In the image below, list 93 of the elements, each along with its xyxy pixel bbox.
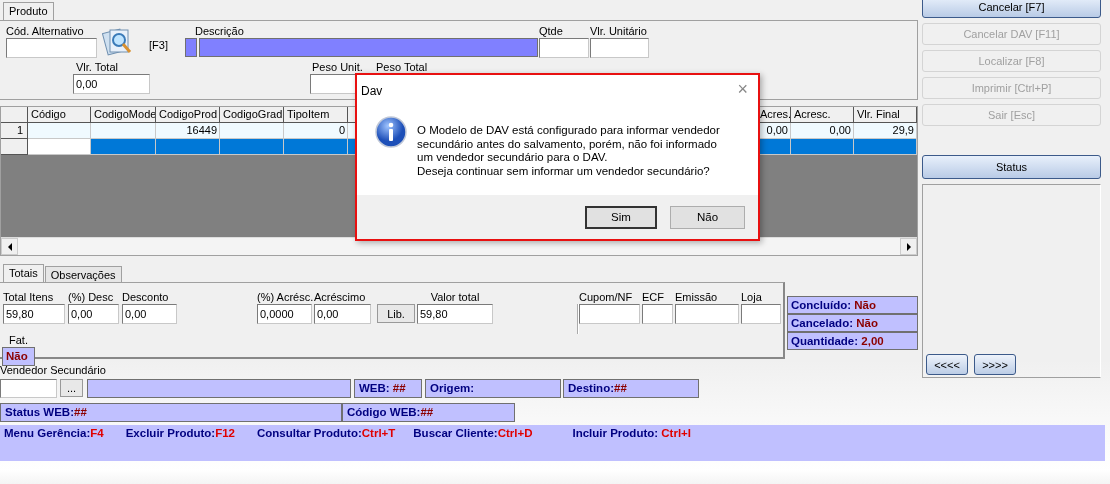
field-label: Loja <box>741 291 763 304</box>
table-cell[interactable] <box>791 139 854 155</box>
shortcut-label: [F3] <box>149 39 168 51</box>
input-field[interactable]: 59,80 <box>3 304 65 324</box>
field-label: (%) Desc <box>68 291 115 304</box>
table-cell[interactable] <box>284 139 348 155</box>
web-status-box: Status WEB:## <box>0 403 342 422</box>
tab[interactable]: Observações <box>44 266 122 282</box>
shortcut-hint: Incluir Produto: Ctrl+I <box>572 427 692 441</box>
table-cell[interactable]: 29,9 <box>854 123 917 139</box>
side-button[interactable]: Cancelar [F7] <box>922 0 1101 18</box>
shortcut-hint: Consultar Produto:Ctrl+T <box>257 427 396 441</box>
shortcut-hint: Buscar Cliente:Ctrl+D <box>413 427 533 441</box>
dialog-message: O Modelo de DAV está configurado para informar vendedor secundário antes do salvamento, porém, não foi informado um vendedor secundário para o DAV. Deseja continuar sem informar um vendedor secundário? <box>417 124 720 178</box>
tab[interactable]: Totais <box>3 264 44 282</box>
input-field[interactable] <box>642 304 673 324</box>
close-button[interactable]: × <box>737 80 748 97</box>
table-cell[interactable] <box>28 139 91 155</box>
field-label: (%) Acrésc. <box>257 291 312 304</box>
status-box: Cancelado: Não <box>787 314 918 332</box>
row-header <box>1 139 28 155</box>
field-label: Peso Unit. <box>311 61 364 74</box>
web-info-box: Origem: <box>425 379 561 398</box>
field-label: Vendedor Secundário <box>0 364 106 377</box>
nav-button[interactable]: <<<< <box>926 354 968 375</box>
fat-status: Não <box>2 347 35 366</box>
lib-button[interactable]: Lib. <box>377 304 415 323</box>
input-field[interactable]: 0,00 <box>68 304 119 324</box>
right-arrow-icon[interactable] <box>905 242 912 251</box>
dialog-title: Dav <box>361 83 383 98</box>
input-field[interactable] <box>675 304 739 324</box>
field-label: Vlr. Unitário <box>589 25 648 38</box>
shortcut-hint: Menu Gerência:F4 <box>4 427 104 441</box>
field-label: Qtde <box>538 25 564 38</box>
table-cell[interactable]: 0 <box>284 123 348 139</box>
column-header: TipoItem <box>284 107 348 123</box>
table-cell[interactable]: 0,00 <box>791 123 854 139</box>
status-button[interactable]: Status <box>922 155 1101 179</box>
table-cell[interactable] <box>91 123 156 139</box>
dialog-button[interactable]: Não <box>670 205 745 229</box>
nav-button[interactable]: >>>> <box>974 354 1016 375</box>
status-box: Quantidade: 2,00 <box>787 332 918 350</box>
field-label: Peso Total <box>376 61 429 74</box>
table-cell[interactable] <box>220 139 284 155</box>
field-label: Vlr. Total <box>75 61 119 74</box>
browse-button[interactable]: ... <box>60 379 83 397</box>
field-label: Acréscimo <box>314 291 367 304</box>
left-arrow-icon[interactable] <box>6 242 13 251</box>
field-label: Emissão <box>675 291 719 304</box>
description-marker <box>184 38 197 57</box>
field-label: Descrição <box>193 25 245 38</box>
table-cell[interactable] <box>220 123 284 139</box>
field-label: Desconto <box>122 291 170 304</box>
dialog-button[interactable]: Sim <box>585 205 657 229</box>
table-cell[interactable]: 16449 <box>156 123 220 139</box>
search-documents-icon[interactable] <box>102 27 134 57</box>
input-field[interactable]: 0,00 <box>314 304 371 324</box>
field-label: Cód. Alternativo <box>6 25 85 38</box>
info-icon <box>375 116 407 148</box>
column-header: CodigoProd <box>156 107 220 123</box>
field-label: Fat. <box>9 334 28 347</box>
input-field[interactable]: 0,00 <box>122 304 177 324</box>
input-field[interactable] <box>741 304 781 324</box>
table-cell[interactable] <box>28 123 91 139</box>
input-field[interactable] <box>6 38 97 58</box>
web-status-box: Código WEB:## <box>342 403 515 422</box>
input-field[interactable] <box>589 38 649 58</box>
shortcut-hint: Excluir Produto:F12 <box>125 427 235 441</box>
input-field[interactable]: 0,0000 <box>257 304 312 324</box>
input-field[interactable] <box>0 379 57 398</box>
row-header: 1 <box>1 123 28 139</box>
table-cell[interactable] <box>91 139 156 155</box>
table-cell[interactable] <box>156 139 220 155</box>
column-header: CodigoGrad <box>220 107 284 123</box>
tab[interactable]: Produto <box>3 2 54 20</box>
row-header <box>1 107 28 123</box>
web-info-box: WEB: ## <box>354 379 422 398</box>
input-field[interactable]: 0,00 <box>73 74 150 94</box>
field-label: Cupom/NF <box>579 291 634 304</box>
table-cell[interactable] <box>854 139 917 155</box>
field-label: ECF <box>642 291 665 304</box>
horizontal-scrollbar[interactable] <box>1 237 917 255</box>
field-label: Valor total <box>430 291 480 304</box>
web-info-box: Destino:## <box>563 379 699 398</box>
input-field[interactable] <box>579 304 640 324</box>
column-header: Código <box>28 107 91 123</box>
input-field[interactable]: 59,80 <box>417 304 493 324</box>
input-field[interactable] <box>538 38 589 58</box>
description-field[interactable] <box>198 38 538 57</box>
column-header: Acresc. <box>791 107 854 123</box>
status-box: Concluído: Não <box>787 296 918 314</box>
field-label: Total Itens <box>3 291 55 304</box>
column-header: Vlr. Final <box>854 107 917 123</box>
